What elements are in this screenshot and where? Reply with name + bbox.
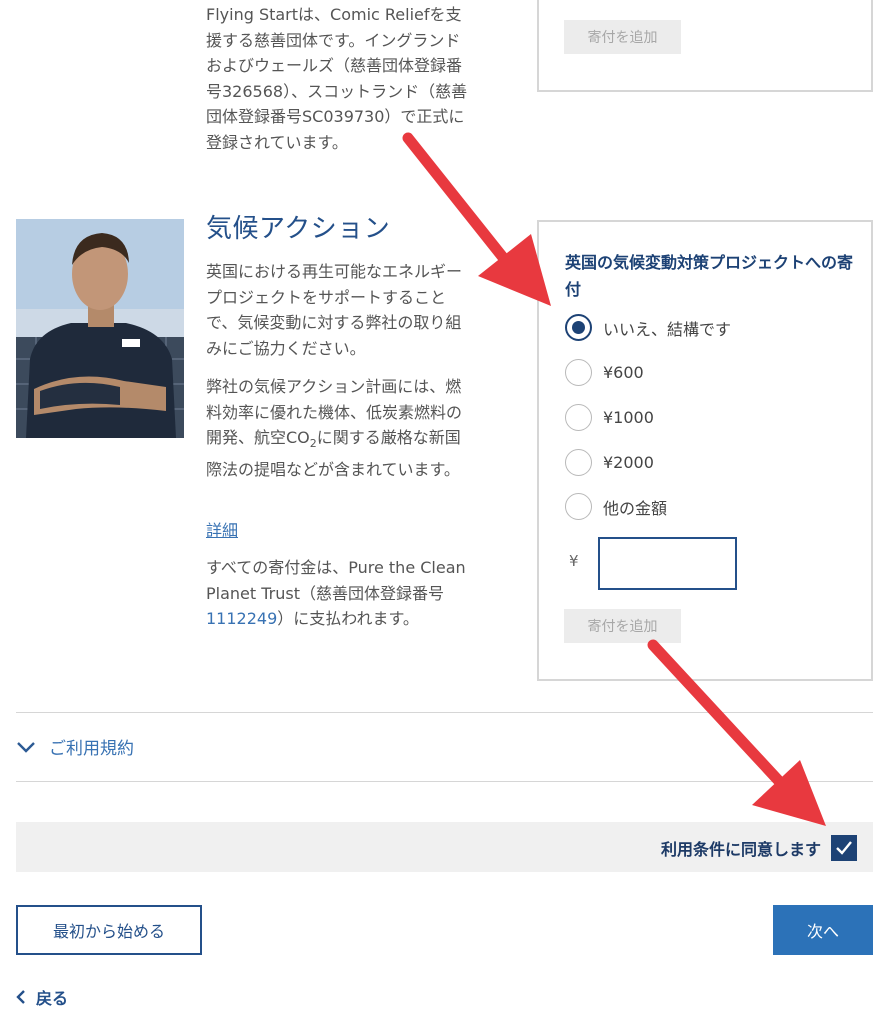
chevron-left-icon — [16, 990, 25, 1004]
flying-start-donation-box: 寄付を追加 — [537, 0, 873, 92]
donation-option-600[interactable]: ¥600 — [565, 359, 644, 386]
donation-option-label: 他の金額 — [603, 498, 668, 518]
climate-donation-box: 英国の気候変動対策プロジェクトへの寄付 いいえ、結構です ¥600 ¥1000 … — [537, 220, 873, 681]
divider — [16, 712, 873, 713]
climate-action-title: 気候アクション — [206, 214, 391, 244]
restart-button[interactable]: 最初から始める — [16, 905, 202, 955]
trust-payment-text: すべての寄付金は、Pure the Clean Planet Trust（慈善団… — [206, 555, 471, 632]
donation-option-label: ¥2000 — [603, 453, 654, 472]
radio-unselected-icon[interactable] — [565, 404, 592, 431]
climate-action-intro: 英国における再生可能なエネルギープロジェクトをサポートすることで、気候変動に対す… — [206, 262, 463, 358]
details-link[interactable]: 詳細 — [206, 517, 238, 541]
trust-text-part2: ）に支払われます。 — [277, 609, 419, 628]
donation-option-2000[interactable]: ¥2000 — [565, 449, 654, 476]
climate-ambassador-photo — [16, 219, 184, 438]
next-button[interactable]: 次へ — [773, 905, 873, 955]
terms-accordion-toggle[interactable]: ご利用規約 — [16, 734, 134, 759]
donation-option-none[interactable]: いいえ、結構です — [565, 314, 731, 341]
trust-text-part1: すべての寄付金は、Pure the Clean Planet Trust（慈善団… — [206, 558, 466, 603]
donation-option-1000[interactable]: ¥1000 — [565, 404, 654, 431]
donation-option-other[interactable]: 他の金額 — [565, 493, 667, 520]
radio-unselected-icon[interactable] — [565, 359, 592, 386]
back-link-label: 戻る — [36, 989, 69, 1008]
donation-option-label: ¥600 — [603, 363, 644, 382]
radio-unselected-icon[interactable] — [565, 493, 592, 520]
terms-toggle-label: ご利用規約 — [49, 739, 134, 759]
terms-agreement-bar: 利用条件に同意します — [16, 822, 873, 872]
donation-option-label: ¥1000 — [603, 408, 654, 427]
chevron-down-icon — [17, 741, 35, 753]
custom-amount-input[interactable] — [598, 537, 737, 590]
climate-action-plan-text: 弊社の気候アクション計画には、燃料効率に優れた機体、低炭素燃料の開発、航空CO2… — [206, 374, 471, 482]
radio-unselected-icon[interactable] — [565, 449, 592, 476]
radio-selected-icon[interactable] — [565, 314, 592, 341]
checkmark-icon — [836, 841, 852, 855]
donation-option-label: いいえ、結構です — [603, 319, 732, 339]
divider — [16, 781, 873, 782]
currency-symbol: ¥ — [569, 552, 579, 570]
agree-terms-checkbox[interactable] — [831, 835, 857, 861]
back-link[interactable]: 戻る — [16, 985, 68, 1009]
add-donation-button-top[interactable]: 寄付を追加 — [564, 20, 681, 54]
donation-box-title: 英国の気候変動対策プロジェクトへの寄付 — [565, 253, 854, 299]
flying-start-description: Flying Startは、Comic Reliefを支援する慈善団体です。イン… — [206, 5, 468, 152]
agree-terms-label: 利用条件に同意します — [660, 840, 821, 859]
add-donation-button[interactable]: 寄付を追加 — [564, 609, 681, 643]
trust-registration-number: 1112249 — [206, 609, 278, 628]
co2-subscript: 2 — [309, 437, 317, 451]
